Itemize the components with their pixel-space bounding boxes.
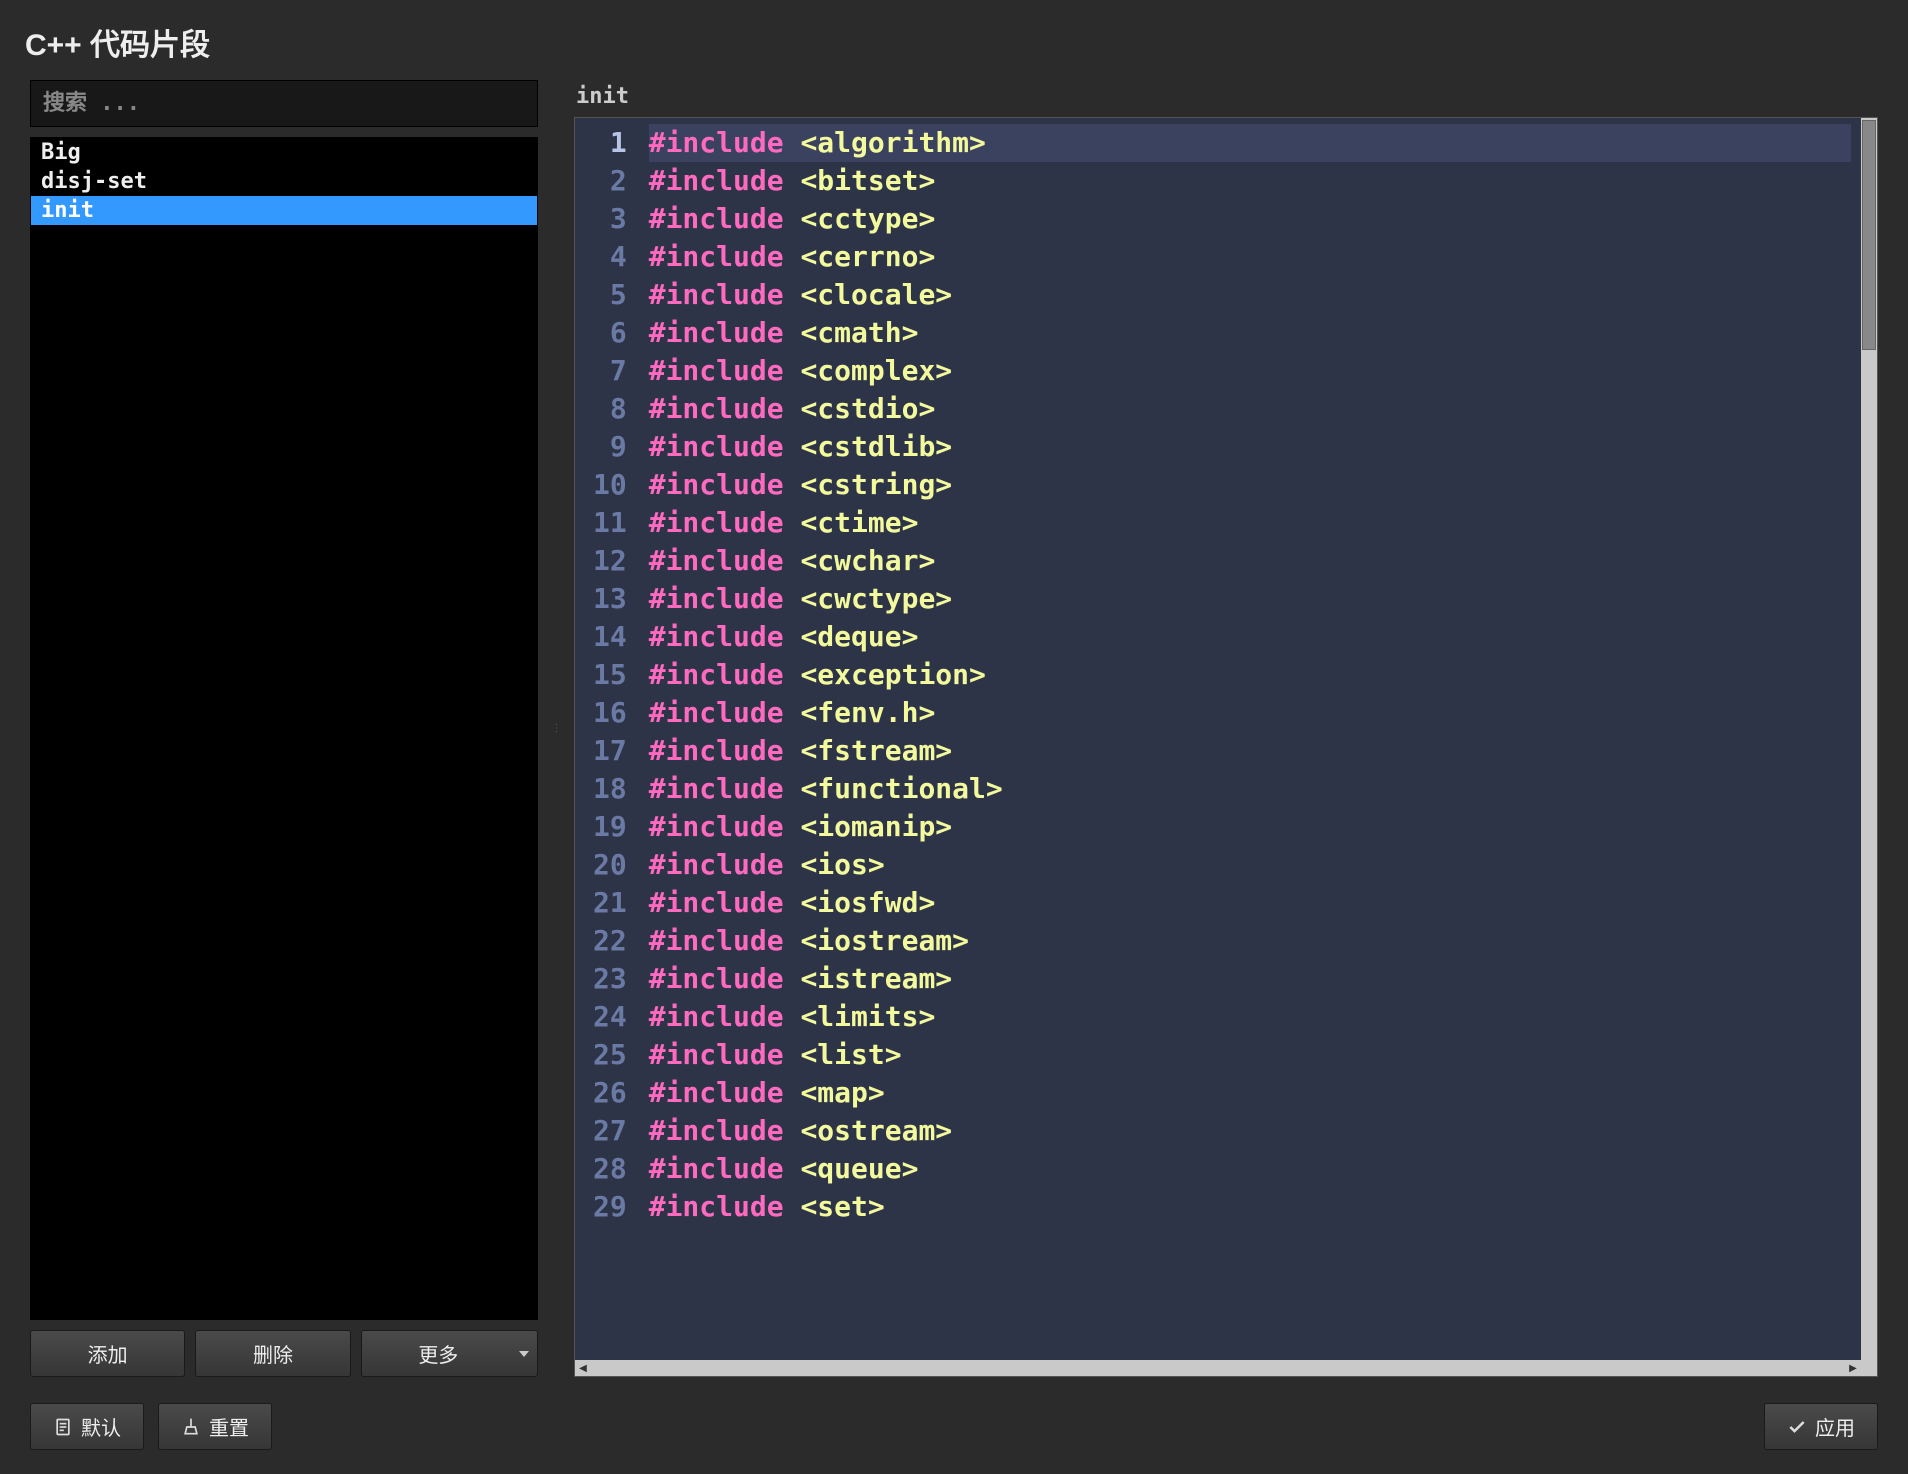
code-line[interactable]: #include <exception> <box>649 656 1851 694</box>
code-line[interactable]: #include <iosfwd> <box>649 884 1851 922</box>
reset-button[interactable]: 重置 <box>158 1403 272 1450</box>
code-line[interactable]: #include <list> <box>649 1036 1851 1074</box>
splitter-handle[interactable]: ⋮ <box>552 80 560 1377</box>
code-line[interactable]: #include <fstream> <box>649 732 1851 770</box>
code-line[interactable]: #include <cmath> <box>649 314 1851 352</box>
code-line[interactable]: #include <fenv.h> <box>649 694 1851 732</box>
list-item[interactable]: disj-set <box>31 167 537 196</box>
code-line[interactable]: #include <cerrno> <box>649 238 1851 276</box>
code-content[interactable]: #include <algorithm>#include <bitset>#in… <box>639 118 1861 1232</box>
scroll-corner <box>1861 1360 1877 1376</box>
scroll-left-icon[interactable]: ◀ <box>575 1360 591 1376</box>
chevron-down-icon <box>519 1351 529 1357</box>
snippet-name-label: init <box>574 80 1878 117</box>
left-button-row: 添加 删除 更多 <box>30 1330 538 1377</box>
more-button-label: 更多 <box>418 1339 458 1368</box>
code-line[interactable]: #include <cstring> <box>649 466 1851 504</box>
window-title: C++ 代码片段 <box>0 0 1908 80</box>
horizontal-scrollbar[interactable]: ◀ ▶ <box>575 1360 1861 1376</box>
scrollbar-thumb[interactable] <box>1862 120 1876 350</box>
code-line[interactable]: #include <deque> <box>649 618 1851 656</box>
code-line[interactable]: #include <bitset> <box>649 162 1851 200</box>
main-area: Bigdisj-setinit 添加 删除 更多 ⋮ init 12345678… <box>0 80 1908 1377</box>
left-pane: Bigdisj-setinit 添加 删除 更多 <box>30 80 538 1377</box>
code-line[interactable]: #include <ios> <box>649 846 1851 884</box>
reset-button-label: 重置 <box>209 1412 249 1441</box>
code-line[interactable]: #include <cctype> <box>649 200 1851 238</box>
right-pane: init 12345678910111213141516171819202122… <box>574 80 1878 1377</box>
document-icon <box>53 1417 73 1437</box>
code-line[interactable]: #include <algorithm> <box>649 124 1851 162</box>
line-gutter: 1234567891011121314151617181920212223242… <box>575 118 639 1232</box>
delete-button[interactable]: 删除 <box>195 1330 350 1377</box>
code-line[interactable]: #include <iomanip> <box>649 808 1851 846</box>
snippet-list[interactable]: Bigdisj-setinit <box>30 137 538 1320</box>
code-line[interactable]: #include <ctime> <box>649 504 1851 542</box>
code-line[interactable]: #include <set> <box>649 1188 1851 1226</box>
defaults-button-label: 默认 <box>81 1412 121 1441</box>
code-line[interactable]: #include <istream> <box>649 960 1851 998</box>
footer-bar: 默认 重置 应用 <box>0 1377 1908 1474</box>
code-line[interactable]: #include <iostream> <box>649 922 1851 960</box>
add-button[interactable]: 添加 <box>30 1330 185 1377</box>
apply-button[interactable]: 应用 <box>1764 1403 1878 1450</box>
code-line[interactable]: #include <cstdio> <box>649 390 1851 428</box>
broom-icon <box>181 1417 201 1437</box>
defaults-button[interactable]: 默认 <box>30 1403 144 1450</box>
code-line[interactable]: #include <cwchar> <box>649 542 1851 580</box>
code-line[interactable]: #include <clocale> <box>649 276 1851 314</box>
list-item[interactable]: Big <box>31 138 537 167</box>
scroll-right-icon[interactable]: ▶ <box>1845 1360 1861 1376</box>
scrollbar-track[interactable] <box>591 1360 1845 1376</box>
code-line[interactable]: #include <cstdlib> <box>649 428 1851 466</box>
check-icon <box>1787 1417 1807 1437</box>
vertical-scrollbar[interactable] <box>1861 118 1877 1360</box>
code-line[interactable]: #include <queue> <box>649 1150 1851 1188</box>
apply-button-label: 应用 <box>1815 1412 1855 1441</box>
code-line[interactable]: #include <functional> <box>649 770 1851 808</box>
code-line[interactable]: #include <complex> <box>649 352 1851 390</box>
code-editor[interactable]: 1234567891011121314151617181920212223242… <box>574 117 1878 1377</box>
code-line[interactable]: #include <limits> <box>649 998 1851 1036</box>
code-line[interactable]: #include <map> <box>649 1074 1851 1112</box>
search-input[interactable] <box>30 80 538 127</box>
list-item[interactable]: init <box>31 196 537 225</box>
more-button[interactable]: 更多 <box>361 1330 538 1377</box>
code-line[interactable]: #include <ostream> <box>649 1112 1851 1150</box>
code-line[interactable]: #include <cwctype> <box>649 580 1851 618</box>
